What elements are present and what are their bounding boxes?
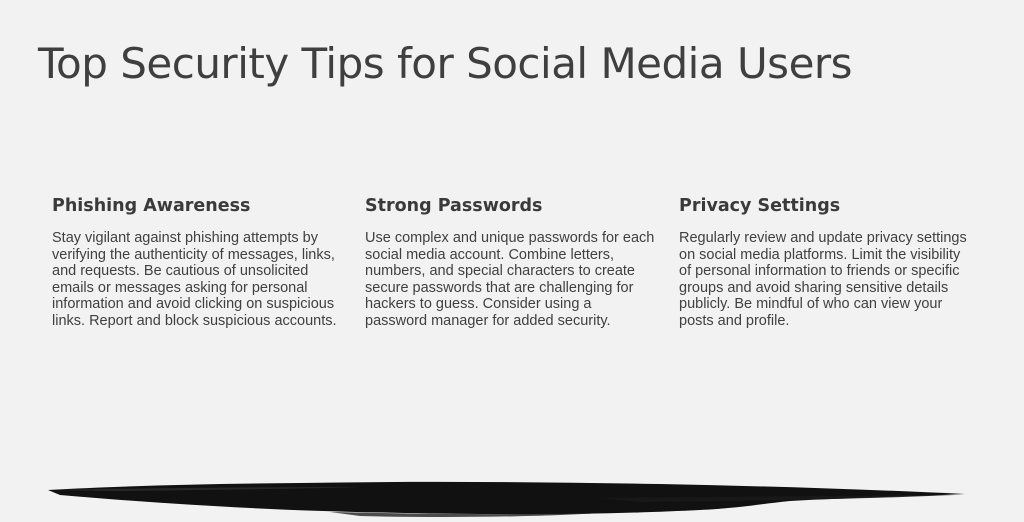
tip-column-phishing: Phishing Awareness Stay vigilant against… — [52, 194, 344, 330]
tip-column-privacy: Privacy Settings Regularly review and up… — [679, 194, 971, 330]
brush-stroke-decoration — [48, 481, 965, 517]
tip-body: Stay vigilant against phishing attempts … — [52, 230, 337, 329]
tip-body: Regularly review and update privacy sett… — [679, 230, 967, 329]
slide-title: Top Security Tips for Social Media Users — [38, 39, 853, 88]
tip-heading: Strong Passwords — [365, 196, 543, 216]
tip-heading: Privacy Settings — [679, 196, 841, 216]
tip-body: Use complex and unique passwords for eac… — [365, 230, 655, 329]
tip-column-passwords: Strong Passwords Use complex and unique … — [365, 194, 657, 330]
tip-heading: Phishing Awareness — [52, 196, 251, 216]
